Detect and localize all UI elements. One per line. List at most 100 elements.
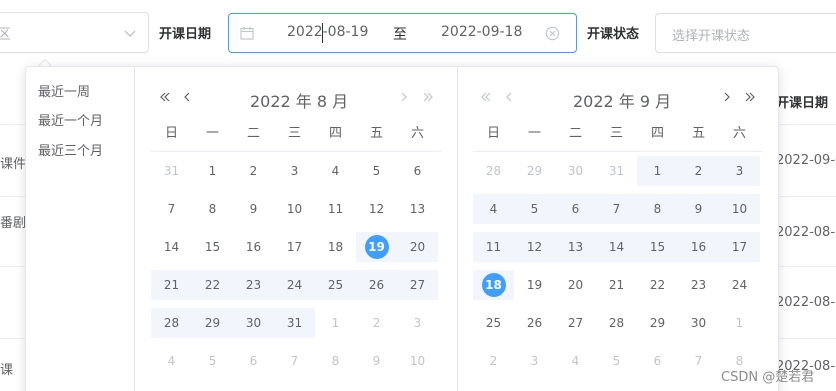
calendar-day[interactable]: 30 <box>555 156 596 186</box>
calendar-day[interactable]: 6 <box>233 346 274 376</box>
calendar-day[interactable]: 9 <box>356 346 397 376</box>
calendar-day-selected[interactable]: 18 <box>473 270 514 300</box>
calendar-day[interactable]: 14 <box>596 232 637 262</box>
calendar-day[interactable]: 5 <box>596 346 637 376</box>
prev-month-icon[interactable] <box>180 90 194 104</box>
area-select[interactable]: 区 <box>0 12 149 53</box>
weekday-header: 日 <box>486 126 500 141</box>
calendar-day[interactable]: 16 <box>233 232 274 262</box>
calendar-day[interactable]: 11 <box>473 232 514 262</box>
calendar-day[interactable]: 10 <box>397 346 438 376</box>
calendar-day[interactable]: 1 <box>719 308 760 338</box>
calendar-day[interactable]: 2 <box>678 156 719 186</box>
shortcut-last-week[interactable]: 最近一周 <box>38 81 90 100</box>
calendar-day[interactable]: 8 <box>637 194 678 224</box>
calendar-day[interactable]: 29 <box>514 156 555 186</box>
calendar-day[interactable]: 21 <box>151 270 192 300</box>
calendar-day[interactable]: 6 <box>637 346 678 376</box>
calendar-day[interactable]: 13 <box>555 232 596 262</box>
calendar-day[interactable]: 10 <box>274 194 315 224</box>
weekday-header: 三 <box>287 126 301 141</box>
calendar-day[interactable]: 26 <box>514 308 555 338</box>
next-month-icon[interactable] <box>720 90 734 104</box>
calendar-day[interactable]: 31 <box>274 308 315 338</box>
calendar-day[interactable]: 31 <box>151 156 192 186</box>
calendar-day[interactable]: 4 <box>555 346 596 376</box>
calendar-day[interactable]: 24 <box>719 270 760 300</box>
clear-circle-icon[interactable] <box>545 26 560 41</box>
calendar-day[interactable]: 15 <box>637 232 678 262</box>
calendar-day[interactable]: 28 <box>151 308 192 338</box>
calendar-day[interactable]: 17 <box>719 232 760 262</box>
calendar-day[interactable]: 25 <box>473 308 514 338</box>
calendar-day[interactable]: 6 <box>555 194 596 224</box>
calendar-day[interactable]: 7 <box>678 346 719 376</box>
calendar-day[interactable]: 27 <box>555 308 596 338</box>
calendar-day[interactable]: 28 <box>473 156 514 186</box>
calendar-day[interactable]: 6 <box>397 156 438 186</box>
start-date-input[interactable]: 2022-08-19 <box>287 24 368 40</box>
calendar-day[interactable]: 14 <box>151 232 192 262</box>
calendar-day[interactable]: 7 <box>274 346 315 376</box>
calendar-day[interactable]: 30 <box>678 308 719 338</box>
calendar-day[interactable]: 1 <box>315 308 356 338</box>
end-date-input[interactable]: 2022-09-18 <box>441 24 522 40</box>
calendar-icon <box>240 27 254 40</box>
calendar-day[interactable]: 3 <box>397 308 438 338</box>
calendar-day[interactable]: 3 <box>719 156 760 186</box>
calendar-day[interactable]: 20 <box>397 232 438 262</box>
prev-year-icon[interactable] <box>158 90 172 104</box>
calendar-day[interactable]: 5 <box>192 346 233 376</box>
weekday-header: 六 <box>410 126 424 141</box>
calendar-day[interactable]: 31 <box>596 156 637 186</box>
calendar-day[interactable]: 8 <box>315 346 356 376</box>
calendar-day[interactable]: 29 <box>192 308 233 338</box>
calendar-day[interactable]: 4 <box>473 194 514 224</box>
status-select[interactable]: 选择开课状态 <box>655 13 836 53</box>
calendar-day[interactable]: 4 <box>151 346 192 376</box>
calendar-day[interactable]: 20 <box>555 270 596 300</box>
calendar-day[interactable]: 29 <box>637 308 678 338</box>
calendar-day[interactable]: 7 <box>151 194 192 224</box>
calendar-day[interactable]: 16 <box>678 232 719 262</box>
calendar-day[interactable]: 2 <box>473 346 514 376</box>
calendar-day[interactable]: 10 <box>719 194 760 224</box>
calendar-day[interactable]: 25 <box>315 270 356 300</box>
calendar-day[interactable]: 5 <box>514 194 555 224</box>
calendar-day[interactable]: 26 <box>356 270 397 300</box>
calendar-day[interactable]: 7 <box>596 194 637 224</box>
calendar-day-selected[interactable]: 19 <box>356 232 397 262</box>
calendar-day[interactable]: 18 <box>315 232 356 262</box>
calendar-day[interactable]: 27 <box>397 270 438 300</box>
calendar-day[interactable]: 17 <box>274 232 315 262</box>
calendar-day[interactable]: 2 <box>233 156 274 186</box>
calendar-day[interactable]: 23 <box>233 270 274 300</box>
shortcut-last-month[interactable]: 最近一个月 <box>38 110 103 129</box>
calendar-day[interactable]: 9 <box>233 194 274 224</box>
calendar-day[interactable]: 19 <box>514 270 555 300</box>
calendar-day[interactable]: 11 <box>315 194 356 224</box>
calendar-day[interactable]: 22 <box>192 270 233 300</box>
calendar-day[interactable]: 3 <box>274 156 315 186</box>
calendar-day[interactable]: 21 <box>596 270 637 300</box>
calendar-day[interactable]: 9 <box>678 194 719 224</box>
date-range-input[interactable]: 2022-08-19 至 2022-09-18 <box>228 13 577 53</box>
calendar-day[interactable]: 5 <box>356 156 397 186</box>
next-year-icon[interactable] <box>743 90 757 104</box>
calendar-day[interactable]: 30 <box>233 308 274 338</box>
calendar-day[interactable]: 23 <box>678 270 719 300</box>
shortcut-last-three-months[interactable]: 最近三个月 <box>38 140 103 159</box>
calendar-day[interactable]: 4 <box>315 156 356 186</box>
calendar-day[interactable]: 2 <box>356 308 397 338</box>
calendar-day[interactable]: 22 <box>637 270 678 300</box>
calendar-day[interactable]: 15 <box>192 232 233 262</box>
calendar-day[interactable]: 28 <box>596 308 637 338</box>
calendar-day[interactable]: 12 <box>356 194 397 224</box>
calendar-day[interactable]: 13 <box>397 194 438 224</box>
calendar-day[interactable]: 12 <box>514 232 555 262</box>
calendar-day[interactable]: 3 <box>514 346 555 376</box>
calendar-day[interactable]: 8 <box>192 194 233 224</box>
calendar-day[interactable]: 24 <box>274 270 315 300</box>
calendar-day[interactable]: 1 <box>637 156 678 186</box>
calendar-day[interactable]: 1 <box>192 156 233 186</box>
